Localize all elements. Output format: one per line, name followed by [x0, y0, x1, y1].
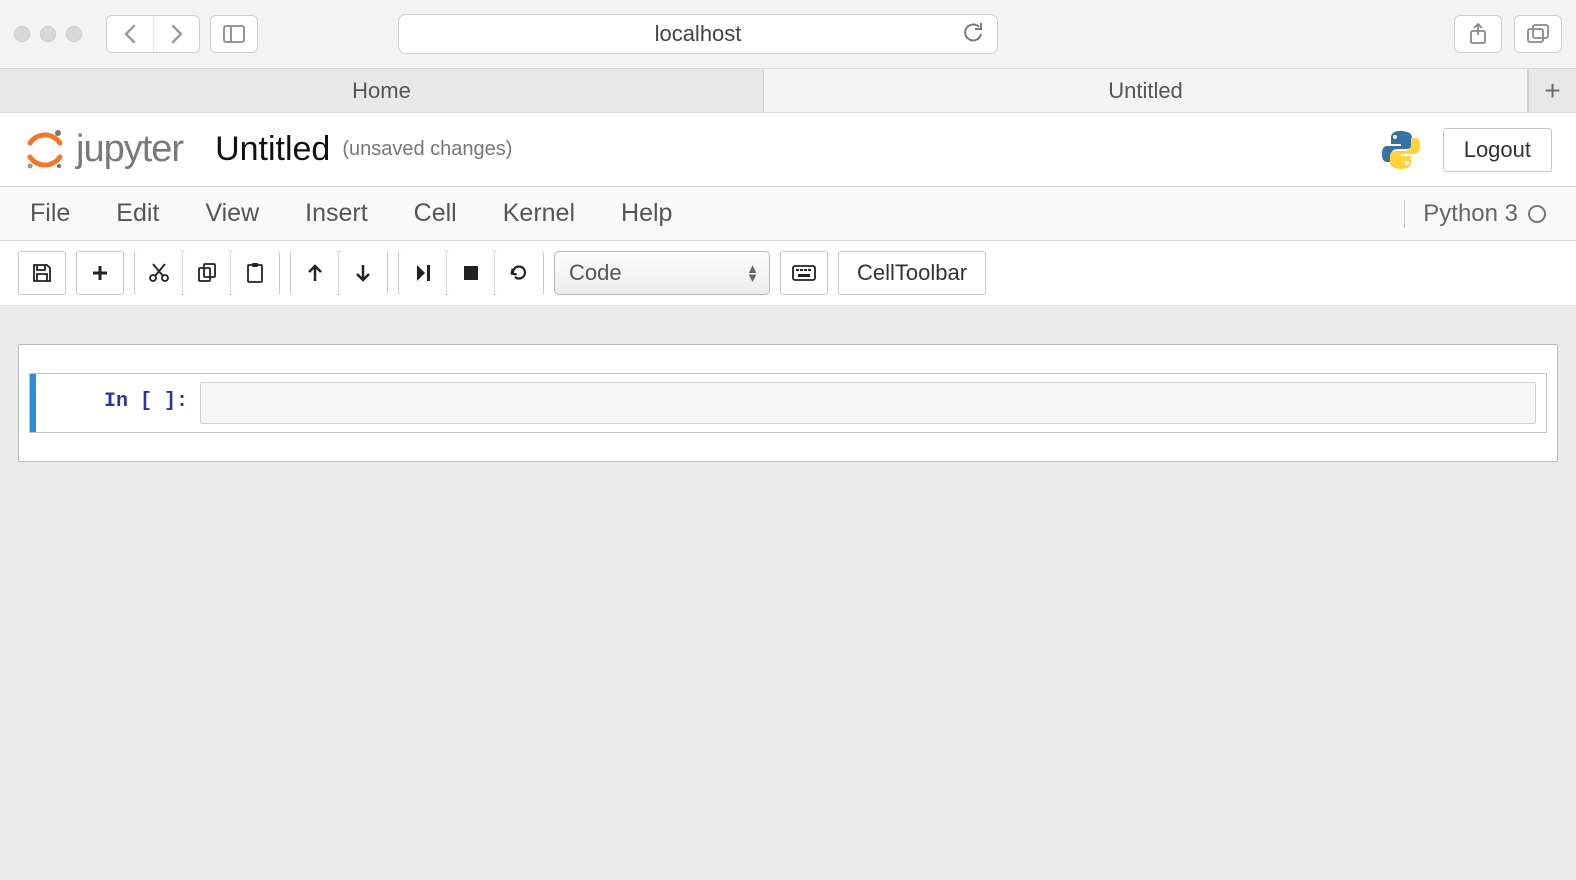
- menu-cell[interactable]: Cell: [414, 199, 457, 228]
- tab-label: Untitled: [1108, 78, 1183, 104]
- move-up-button[interactable]: [291, 251, 339, 295]
- forward-button[interactable]: [153, 16, 199, 52]
- maximize-window-button[interactable]: [66, 26, 82, 42]
- menu-insert[interactable]: Insert: [305, 199, 368, 228]
- cell-input[interactable]: [200, 382, 1536, 424]
- reload-icon[interactable]: [963, 23, 983, 45]
- notebook-container: In [ ]:: [18, 344, 1558, 462]
- cell-type-select[interactable]: Code ▲▼: [554, 251, 770, 295]
- sidebar-toggle-button[interactable]: [210, 15, 258, 53]
- share-button[interactable]: [1454, 15, 1502, 53]
- interrupt-button[interactable]: [447, 251, 495, 295]
- tab-label: Home: [352, 78, 411, 104]
- cut-copy-paste-group: [134, 251, 280, 295]
- notebook-save-status: (unsaved changes): [342, 138, 512, 161]
- browser-tabstrip: Home Untitled +: [0, 68, 1576, 112]
- new-tab-button[interactable]: +: [1528, 69, 1576, 112]
- command-palette-button[interactable]: [780, 251, 828, 295]
- menu-file[interactable]: File: [30, 199, 70, 228]
- kernel-indicator-area: Python 3: [1404, 200, 1546, 228]
- save-button[interactable]: [18, 251, 66, 295]
- close-window-button[interactable]: [14, 26, 30, 42]
- celltoolbar-button[interactable]: CellToolbar: [838, 251, 986, 295]
- kernel-name: Python 3: [1423, 200, 1518, 228]
- jupyter-logo-text: jupyter: [76, 128, 183, 171]
- menubar: File Edit View Insert Cell Kernel Help P…: [0, 187, 1576, 241]
- cell-type-value: Code: [569, 260, 622, 286]
- cut-button[interactable]: [135, 251, 183, 295]
- window-controls: [14, 26, 82, 42]
- menu-kernel[interactable]: Kernel: [503, 199, 575, 228]
- browser-tab-home[interactable]: Home: [0, 69, 764, 112]
- restart-kernel-button[interactable]: [495, 251, 543, 295]
- notebook-title[interactable]: Untitled: [215, 130, 330, 169]
- toolbar: Code ▲▼ CellToolbar: [0, 241, 1576, 306]
- menu-view[interactable]: View: [205, 199, 259, 228]
- menu-help[interactable]: Help: [621, 199, 672, 228]
- copy-button[interactable]: [183, 251, 231, 295]
- jupyter-logo-icon: [24, 129, 66, 171]
- browser-toolbar-right: [1454, 15, 1562, 53]
- run-cell-button[interactable]: [399, 251, 447, 295]
- paste-button[interactable]: [231, 251, 279, 295]
- cell-prompt: In [ ]:: [30, 374, 200, 432]
- select-arrows-icon: ▲▼: [746, 264, 759, 282]
- python-logo-icon: [1379, 128, 1423, 172]
- address-text: localhost: [655, 21, 742, 47]
- notebook-area: In [ ]:: [0, 306, 1576, 500]
- browser-toolbar: localhost: [0, 0, 1576, 68]
- tabs-button[interactable]: [1514, 15, 1562, 53]
- logout-button[interactable]: Logout: [1443, 128, 1552, 172]
- menu-edit[interactable]: Edit: [116, 199, 159, 228]
- jupyter-header: jupyter Untitled (unsaved changes) Logou…: [0, 113, 1576, 187]
- browser-tab-untitled[interactable]: Untitled: [764, 69, 1528, 112]
- kernel-status-icon: [1528, 205, 1546, 223]
- run-group: [398, 251, 544, 295]
- move-down-button[interactable]: [339, 251, 387, 295]
- browser-chrome: localhost Home Untitled +: [0, 0, 1576, 113]
- celltoolbar-label: CellToolbar: [857, 260, 967, 286]
- jupyter-logo[interactable]: jupyter: [24, 128, 183, 171]
- back-button[interactable]: [107, 16, 153, 52]
- insert-cell-button[interactable]: [76, 251, 124, 295]
- code-cell[interactable]: In [ ]:: [29, 373, 1547, 433]
- address-bar[interactable]: localhost: [398, 14, 998, 54]
- nav-back-forward: [106, 15, 200, 53]
- minimize-window-button[interactable]: [40, 26, 56, 42]
- move-group: [290, 251, 388, 295]
